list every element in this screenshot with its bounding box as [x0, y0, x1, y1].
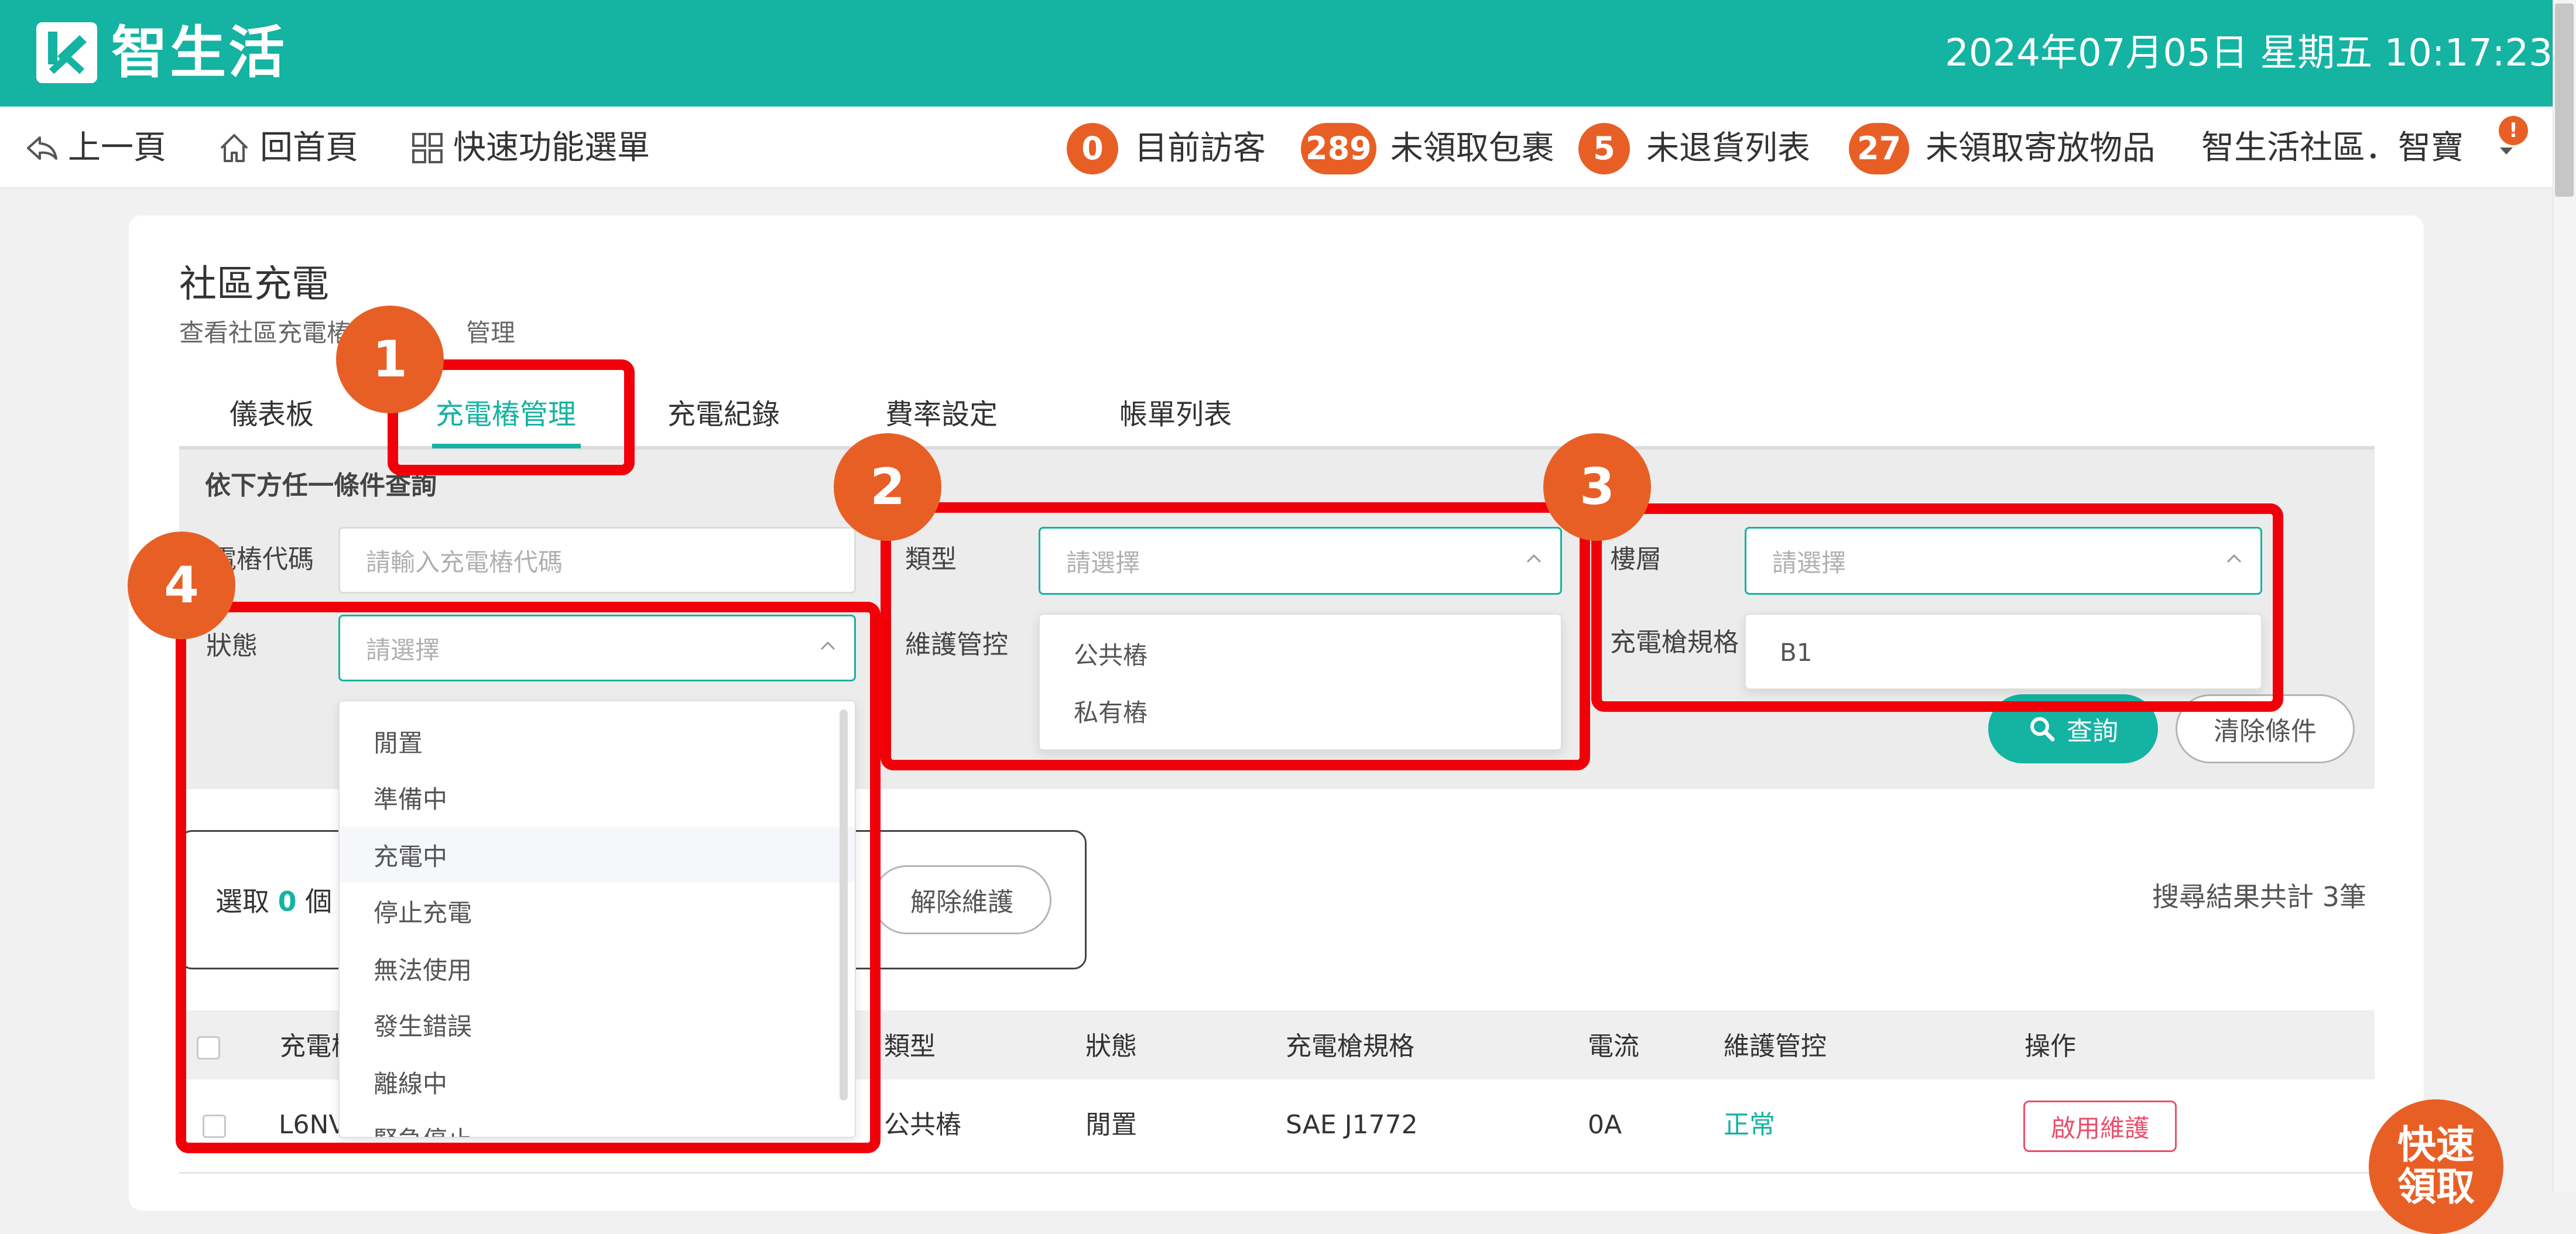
col-header-actions: 操作	[2025, 1031, 2076, 1061]
annotation-marker-2: 2	[834, 433, 941, 541]
page-subtitle-tail: 管理	[466, 318, 516, 347]
charger-code-input[interactable]: 請輸入充電樁代碼	[338, 527, 856, 594]
col-header-type: 類型	[884, 1031, 936, 1061]
home-icon	[220, 134, 248, 162]
quick-menu-link[interactable]: 快速功能選單	[410, 128, 650, 169]
search-button-label: 查詢	[2067, 717, 2118, 746]
enable-maintenance-button[interactable]: 啟用維護	[2023, 1101, 2177, 1152]
col-header-spec: 充電槍規格	[1286, 1031, 1414, 1061]
cell-type: 公共樁	[884, 1110, 961, 1140]
caret-down-icon[interactable]	[2498, 145, 2515, 157]
logo-icon	[36, 22, 97, 83]
community-menu[interactable]: 智生活社區．智寶	[2201, 128, 2464, 169]
col-header-maintenance: 維護管控	[1724, 1031, 1827, 1061]
row-divider	[179, 1172, 2375, 1174]
parcels-label: 未領取包裹	[1390, 129, 1554, 167]
annotation-marker-4: 4	[128, 532, 235, 639]
cell-current: 0A	[1588, 1110, 1622, 1140]
returns-label: 未退貨列表	[1646, 129, 1810, 167]
scrollbar-thumb[interactable]	[2555, 4, 2574, 197]
stored-items-link[interactable]: 27 未領取寄放物品	[1849, 123, 2155, 174]
highlight-box-3	[1591, 503, 2283, 712]
notification-badge[interactable]: !	[2499, 116, 2528, 145]
tab-bill-list[interactable]: 帳單列表	[1119, 396, 1232, 433]
datetime-display: 2024年07月05日 星期五 10:17:23	[1945, 32, 2553, 75]
tab-charging-records[interactable]: 充電紀錄	[667, 396, 780, 433]
col-header-status: 狀態	[1085, 1031, 1137, 1061]
parcels-link[interactable]: 289 未領取包裹	[1301, 123, 1554, 174]
annotation-marker-3: 3	[1543, 433, 1651, 541]
quick-pickup-line1: 快速	[2397, 1122, 2475, 1167]
home-link[interactable]: 回首頁	[217, 128, 358, 169]
quick-pickup-button[interactable]: 快速 領取	[2369, 1099, 2503, 1234]
parcels-count-badge: 289	[1301, 123, 1376, 174]
tab-dashboard[interactable]: 儀表板	[229, 396, 314, 433]
app-name: 智生活	[111, 20, 287, 85]
page-title: 社區充電	[179, 263, 329, 306]
cell-maintenance: 正常	[1724, 1110, 1775, 1140]
highlight-box-4	[176, 602, 881, 1153]
stored-count-badge: 27	[1849, 123, 1910, 174]
visitors-label: 目前訪客	[1135, 129, 1266, 167]
community-name: 智生活社區．智寶	[2201, 129, 2464, 167]
search-icon	[2030, 717, 2055, 742]
release-maintenance-button[interactable]: 解除維護	[872, 865, 1051, 934]
col-header-current: 電流	[1588, 1031, 1639, 1061]
page-subtitle-text: 查看社區充電樁	[179, 318, 352, 347]
visitors-link[interactable]: 0 目前訪客	[1067, 123, 1266, 174]
returns-count-badge: 5	[1578, 123, 1630, 174]
highlight-box-2	[881, 502, 1590, 770]
nav-bar	[0, 107, 2553, 188]
tab-rate-settings[interactable]: 費率設定	[885, 396, 998, 433]
result-count: 搜尋結果共計 3筆	[2152, 881, 2366, 913]
cell-spec: SAE J1772	[1286, 1110, 1418, 1140]
back-label: 上一頁	[68, 129, 166, 167]
quick-menu-label: 快速功能選單	[453, 129, 650, 167]
quick-pickup-line2: 領取	[2397, 1164, 2475, 1209]
back-arrow-icon	[27, 136, 57, 160]
back-link[interactable]: 上一頁	[25, 128, 166, 169]
stored-label: 未領取寄放物品	[1926, 129, 2156, 167]
visitors-count-badge: 0	[1067, 123, 1118, 174]
home-label: 回首頁	[260, 129, 358, 167]
returns-link[interactable]: 5 未退貨列表	[1578, 123, 1810, 174]
cell-status: 閒置	[1085, 1110, 1137, 1140]
grid-icon	[412, 133, 443, 163]
annotation-marker-1: 1	[336, 306, 444, 413]
